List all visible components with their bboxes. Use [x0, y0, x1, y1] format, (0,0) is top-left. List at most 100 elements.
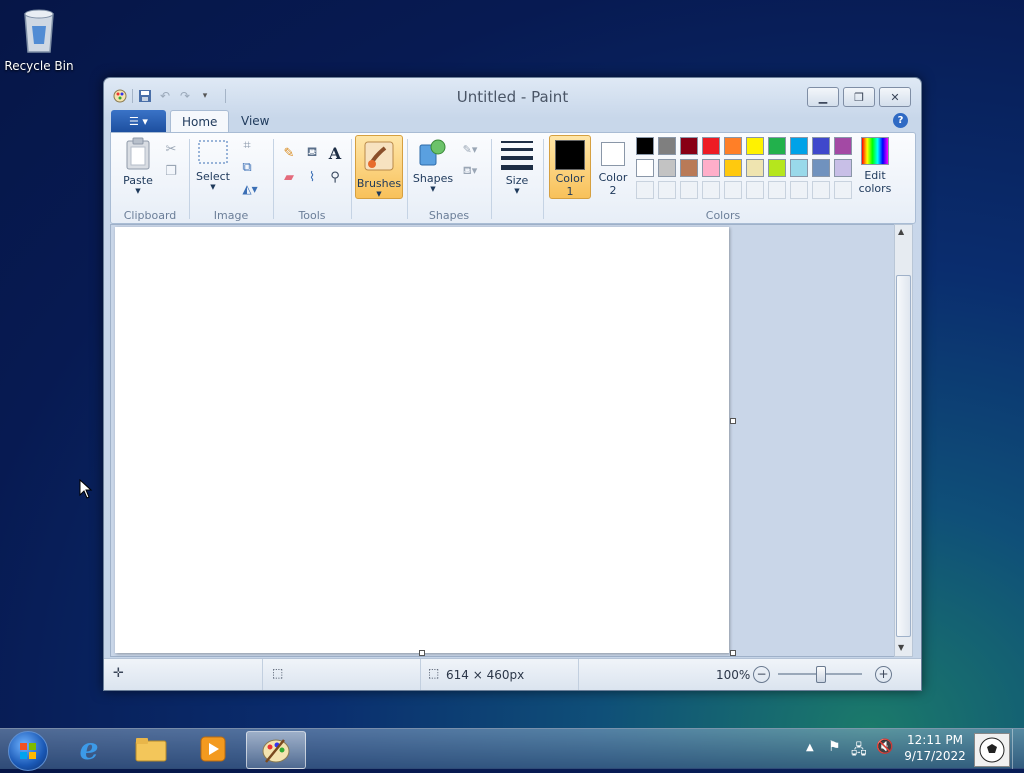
resize-handle-right[interactable] [730, 418, 736, 424]
empty-custom-swatch[interactable] [768, 181, 786, 199]
close-button[interactable]: ✕ [879, 87, 911, 107]
ribbon-panel: Paste ▼ ✂ ❐ Clipboard Select ▼ ⌗ ⧉ ◭▾ Im… [110, 132, 916, 224]
color-picker-icon[interactable]: ⌇ [302, 167, 322, 187]
scroll-up-icon[interactable]: ▲ [898, 227, 904, 236]
windows-logo-icon [20, 743, 36, 759]
cut-icon[interactable]: ✂ [161, 139, 181, 159]
show-hidden-icons-icon[interactable]: ▲ [806, 742, 814, 753]
palette-swatch[interactable] [702, 137, 720, 155]
palette-swatch[interactable] [636, 159, 654, 177]
zoom-slider-thumb[interactable] [816, 666, 826, 683]
brushes-button[interactable]: Brushes ▼ [355, 135, 403, 199]
size-button[interactable]: Size ▼ [497, 137, 537, 195]
edit-colors-label-line1: Edit [864, 169, 886, 182]
scroll-down-icon[interactable]: ▼ [898, 643, 904, 652]
status-bar: ✛ ⬚ ⬚ 614 × 460px 100% − + [104, 658, 921, 690]
action-center-flag-icon[interactable]: ⚑ [828, 739, 841, 755]
resize-handle-corner[interactable] [730, 650, 736, 656]
clock-time: 12:11 PM [907, 733, 963, 747]
palette-swatch[interactable] [790, 137, 808, 155]
empty-custom-swatch[interactable] [834, 181, 852, 199]
taskbar-clock[interactable]: 12:11 PM 9/17/2022 [900, 733, 970, 763]
palette-swatch[interactable] [834, 159, 852, 177]
tab-home[interactable]: Home [170, 110, 230, 133]
close-icon: ✕ [890, 90, 900, 104]
empty-custom-swatch[interactable] [702, 181, 720, 199]
palette-swatch[interactable] [680, 137, 698, 155]
selection-size-segment: ⬚ [262, 659, 421, 690]
network-icon[interactable]: 🖧 [851, 739, 867, 763]
internet-explorer-icon: e [79, 731, 99, 767]
scrollbar-thumb[interactable] [896, 275, 911, 637]
empty-custom-swatch[interactable] [658, 181, 676, 199]
palette-swatch[interactable] [746, 159, 764, 177]
pencil-icon[interactable]: ✎ [279, 143, 299, 163]
crop-icon[interactable]: ⌗ [237, 135, 257, 155]
vertical-scrollbar[interactable]: ▲ ▼ [894, 224, 913, 657]
drawing-canvas[interactable] [115, 227, 729, 653]
paste-button[interactable]: Paste ▼ [117, 137, 159, 195]
copy-icon[interactable]: ❐ [161, 161, 181, 181]
empty-custom-swatch[interactable] [680, 181, 698, 199]
minimize-button[interactable]: ▁ [807, 87, 839, 107]
empty-custom-swatch[interactable] [724, 181, 742, 199]
shapes-label: Shapes [412, 172, 454, 185]
image-group-label: Image [213, 209, 249, 222]
empty-custom-swatch[interactable] [812, 181, 830, 199]
edit-colors-button[interactable]: Edit colors [855, 137, 895, 195]
selection-icon: ⬚ [272, 666, 284, 680]
empty-custom-swatch[interactable] [636, 181, 654, 199]
shape-fill-icon[interactable]: ⛾▾ [457, 161, 483, 181]
color2-button[interactable]: Color 2 [593, 135, 633, 197]
size-icon [501, 141, 533, 170]
maximize-button[interactable]: ❐ [843, 87, 875, 107]
taskbar-file-explorer[interactable] [122, 731, 180, 767]
start-button[interactable] [8, 731, 48, 771]
shapes-button[interactable]: Shapes ▼ [411, 137, 455, 193]
palette-swatch[interactable] [636, 137, 654, 155]
palette-swatch[interactable] [724, 159, 742, 177]
window-title: Untitled - Paint [456, 88, 569, 106]
cursor-position-icon: ✛ [113, 666, 124, 681]
zoom-out-icon[interactable]: − [753, 666, 770, 683]
palette-swatch[interactable] [790, 159, 808, 177]
palette-swatch[interactable] [812, 137, 830, 155]
text-tool-icon[interactable]: A [325, 143, 345, 163]
palette-swatch[interactable] [724, 137, 742, 155]
help-icon[interactable]: ? [893, 113, 908, 128]
palette-swatch[interactable] [768, 137, 786, 155]
recycle-bin-desktop-icon[interactable]: Recycle Bin [4, 6, 74, 73]
magnifier-icon[interactable]: ⚲ [325, 167, 345, 187]
empty-custom-swatch[interactable] [790, 181, 808, 199]
palette-swatch[interactable] [812, 159, 830, 177]
paint-menu-button[interactable]: ☰ ▾ [111, 110, 166, 132]
show-desktop-button[interactable] [1012, 729, 1024, 769]
select-button[interactable]: Select ▼ [193, 137, 233, 191]
fill-bucket-icon[interactable]: ⛾ [302, 143, 322, 163]
palette-swatch[interactable] [746, 137, 764, 155]
palette-swatch[interactable] [834, 137, 852, 155]
title-bar[interactable]: ↶ ↷ ▾ Untitled - Paint ▁ ❐ ✕ [104, 78, 921, 110]
taskbar-media-player[interactable] [184, 731, 242, 767]
palette-swatch[interactable] [658, 137, 676, 155]
zoom-in-icon[interactable]: + [875, 666, 892, 683]
resize-handle-bottom[interactable] [419, 650, 425, 656]
taskbar-internet-explorer[interactable]: e [60, 731, 118, 767]
volume-muted-icon[interactable]: 🔇 [876, 739, 893, 755]
palette-swatch[interactable] [702, 159, 720, 177]
rotate-icon[interactable]: ◭▾ [237, 179, 263, 199]
empty-custom-swatch[interactable] [746, 181, 764, 199]
user-avatar[interactable] [974, 733, 1010, 767]
palette-swatch[interactable] [658, 159, 676, 177]
group-separator [407, 139, 408, 219]
palette-swatch[interactable] [768, 159, 786, 177]
taskbar-paint[interactable] [246, 731, 306, 769]
resize-icon[interactable]: ⧉ [237, 157, 257, 177]
eraser-icon[interactable]: ▰ [279, 167, 299, 187]
color1-button[interactable]: Color 1 [549, 135, 591, 199]
mouse-cursor-icon [79, 479, 93, 499]
outline-icon[interactable]: ✎▾ [457, 139, 483, 159]
shapes-icon [419, 139, 446, 166]
tab-view[interactable]: View [230, 110, 280, 132]
palette-swatch[interactable] [680, 159, 698, 177]
